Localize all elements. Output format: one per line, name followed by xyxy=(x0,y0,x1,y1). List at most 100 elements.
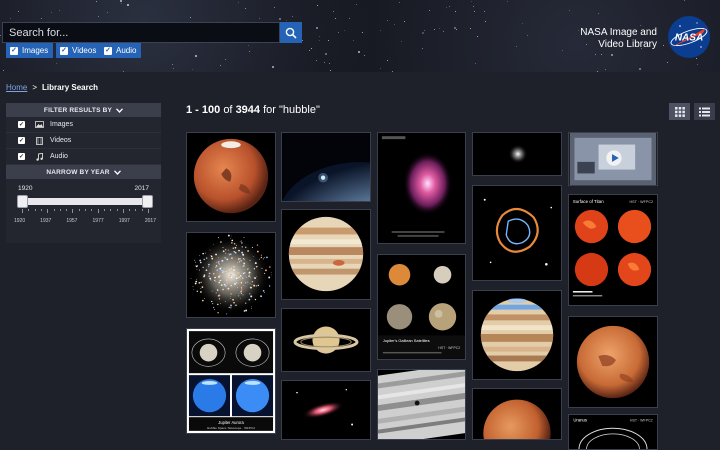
cluster-star xyxy=(256,265,258,267)
year-tick-labels: 1920 1937 1957 1977 1997 2017 xyxy=(14,218,156,224)
checkmark-icon: ✓ xyxy=(60,46,68,55)
cluster-star xyxy=(239,278,241,280)
result-thumbnail-star[interactable] xyxy=(472,132,562,176)
cluster-star xyxy=(240,290,242,293)
cluster-star xyxy=(254,262,257,265)
images-type-label: Images xyxy=(22,46,49,55)
nasa-logo[interactable]: NASA xyxy=(666,14,712,60)
year-slider-min-handle[interactable] xyxy=(17,195,28,208)
cluster-star xyxy=(228,270,230,272)
cluster-star xyxy=(238,272,240,274)
star-dot xyxy=(386,59,388,61)
slider-tick xyxy=(34,209,36,211)
year-slider-track[interactable] xyxy=(22,198,148,205)
star-dot xyxy=(422,47,424,49)
cluster-star xyxy=(265,269,267,272)
breadcrumb-home-link[interactable]: Home xyxy=(6,83,27,92)
cluster-star xyxy=(263,292,265,293)
cluster-star xyxy=(204,298,206,299)
result-thumbnail-saturn[interactable] xyxy=(281,308,371,372)
cluster-star xyxy=(237,282,239,284)
cluster-star xyxy=(238,249,240,252)
cluster-star xyxy=(222,246,224,248)
year-slider-max-handle[interactable] xyxy=(142,195,153,208)
result-thumbnail-planet-limb[interactable] xyxy=(281,132,371,202)
filter-results-header[interactable]: FILTER RESULTS BY xyxy=(6,103,161,117)
cluster-star xyxy=(243,310,246,312)
search-button[interactable] xyxy=(280,22,302,43)
result-thumbnail-jupiter-aurora[interactable]: Jupiter Aurora Hubble Space Telescope · W… xyxy=(186,328,276,434)
slider-tick xyxy=(47,209,49,213)
star-dot xyxy=(439,27,441,29)
cluster-star xyxy=(251,246,253,248)
search-input[interactable] xyxy=(2,22,280,43)
cluster-star xyxy=(213,307,215,309)
star-dot xyxy=(272,66,274,69)
cluster-star xyxy=(266,256,268,259)
result-thumbnail-jupiter-closeup[interactable] xyxy=(377,369,466,440)
star-dot xyxy=(248,45,250,47)
cluster-star xyxy=(247,250,249,252)
site-title[interactable]: NASA Image and Video Library xyxy=(537,27,657,51)
slider-tick xyxy=(91,209,93,211)
cluster-star xyxy=(224,284,227,287)
cluster-star xyxy=(199,259,202,262)
result-thumbnail-jupiter[interactable] xyxy=(281,209,371,300)
result-thumbnail-surface-of-titan[interactable]: Surface of Titan HST · WFPC2 xyxy=(568,194,658,306)
star-dot xyxy=(190,17,192,19)
cluster-star xyxy=(239,258,241,260)
result-thumbnail-uranus[interactable]: Uranus HST · WFPC2 xyxy=(568,414,658,450)
cluster-star xyxy=(212,272,215,275)
slider-tick xyxy=(116,209,118,211)
cluster-star xyxy=(220,284,223,287)
star-dot xyxy=(449,6,451,8)
star-dot xyxy=(120,0,123,3)
cluster-star xyxy=(237,272,239,274)
cluster-star xyxy=(202,252,204,255)
star-dot xyxy=(475,62,477,64)
star-dot xyxy=(610,54,613,57)
result-thumbnail-video-astronaut[interactable] xyxy=(568,132,658,186)
audio-type-checkbox[interactable]: ✓ Audio xyxy=(100,43,142,58)
cluster-star xyxy=(251,308,253,310)
cluster-star xyxy=(248,275,250,277)
narrow-by-year-header[interactable]: NARROW BY YEAR xyxy=(6,165,161,179)
result-thumbnail-galaxy[interactable] xyxy=(281,380,371,440)
result-thumbnail-mars-2[interactable] xyxy=(472,388,562,440)
star-dot xyxy=(434,28,436,30)
result-thumbnail-mars-3[interactable] xyxy=(568,316,658,408)
images-type-checkbox[interactable]: ✓ Images xyxy=(6,43,54,58)
cluster-star xyxy=(270,271,272,273)
result-thumbnail-mars[interactable] xyxy=(186,132,276,222)
star-dot xyxy=(662,44,664,46)
filter-videos-checkbox[interactable]: ✓ Videos xyxy=(6,133,161,149)
cluster-star xyxy=(233,282,236,285)
site-title-line2: Video Library xyxy=(598,39,657,50)
videos-type-checkbox[interactable]: ✓ Videos xyxy=(56,43,102,58)
result-thumbnail-globular-cluster[interactable] xyxy=(186,232,276,318)
star-dot xyxy=(380,67,382,69)
results-total: 3944 xyxy=(235,104,261,116)
result-thumbnail-supernova-remnant[interactable] xyxy=(472,185,562,281)
star-dot xyxy=(330,69,332,71)
list-icon xyxy=(699,107,710,116)
list-view-button[interactable] xyxy=(694,103,715,120)
filter-images-checkbox[interactable]: ✓ Images xyxy=(6,117,161,133)
filter-audio-checkbox[interactable]: ✓ Audio xyxy=(6,149,161,165)
slider-tick xyxy=(22,209,23,213)
result-thumbnail-jupiter-2[interactable] xyxy=(472,290,562,380)
search-icon xyxy=(285,27,297,39)
slider-tick xyxy=(103,209,105,211)
uranus-title: Uranus xyxy=(573,418,587,423)
grid-view-button[interactable] xyxy=(669,103,690,120)
result-thumbnail-galilean-satellites[interactable]: Jupiter's Galilean Satellites HST · WFPC2 xyxy=(377,254,466,360)
cluster-star xyxy=(220,266,222,268)
result-thumbnail-nebula[interactable] xyxy=(377,132,466,244)
star-dot xyxy=(446,7,448,9)
cluster-star xyxy=(227,234,230,237)
cluster-star xyxy=(245,309,248,312)
cluster-star xyxy=(215,292,217,294)
cluster-star xyxy=(233,242,236,245)
slider-tick xyxy=(72,209,74,213)
star-dot xyxy=(421,31,424,34)
